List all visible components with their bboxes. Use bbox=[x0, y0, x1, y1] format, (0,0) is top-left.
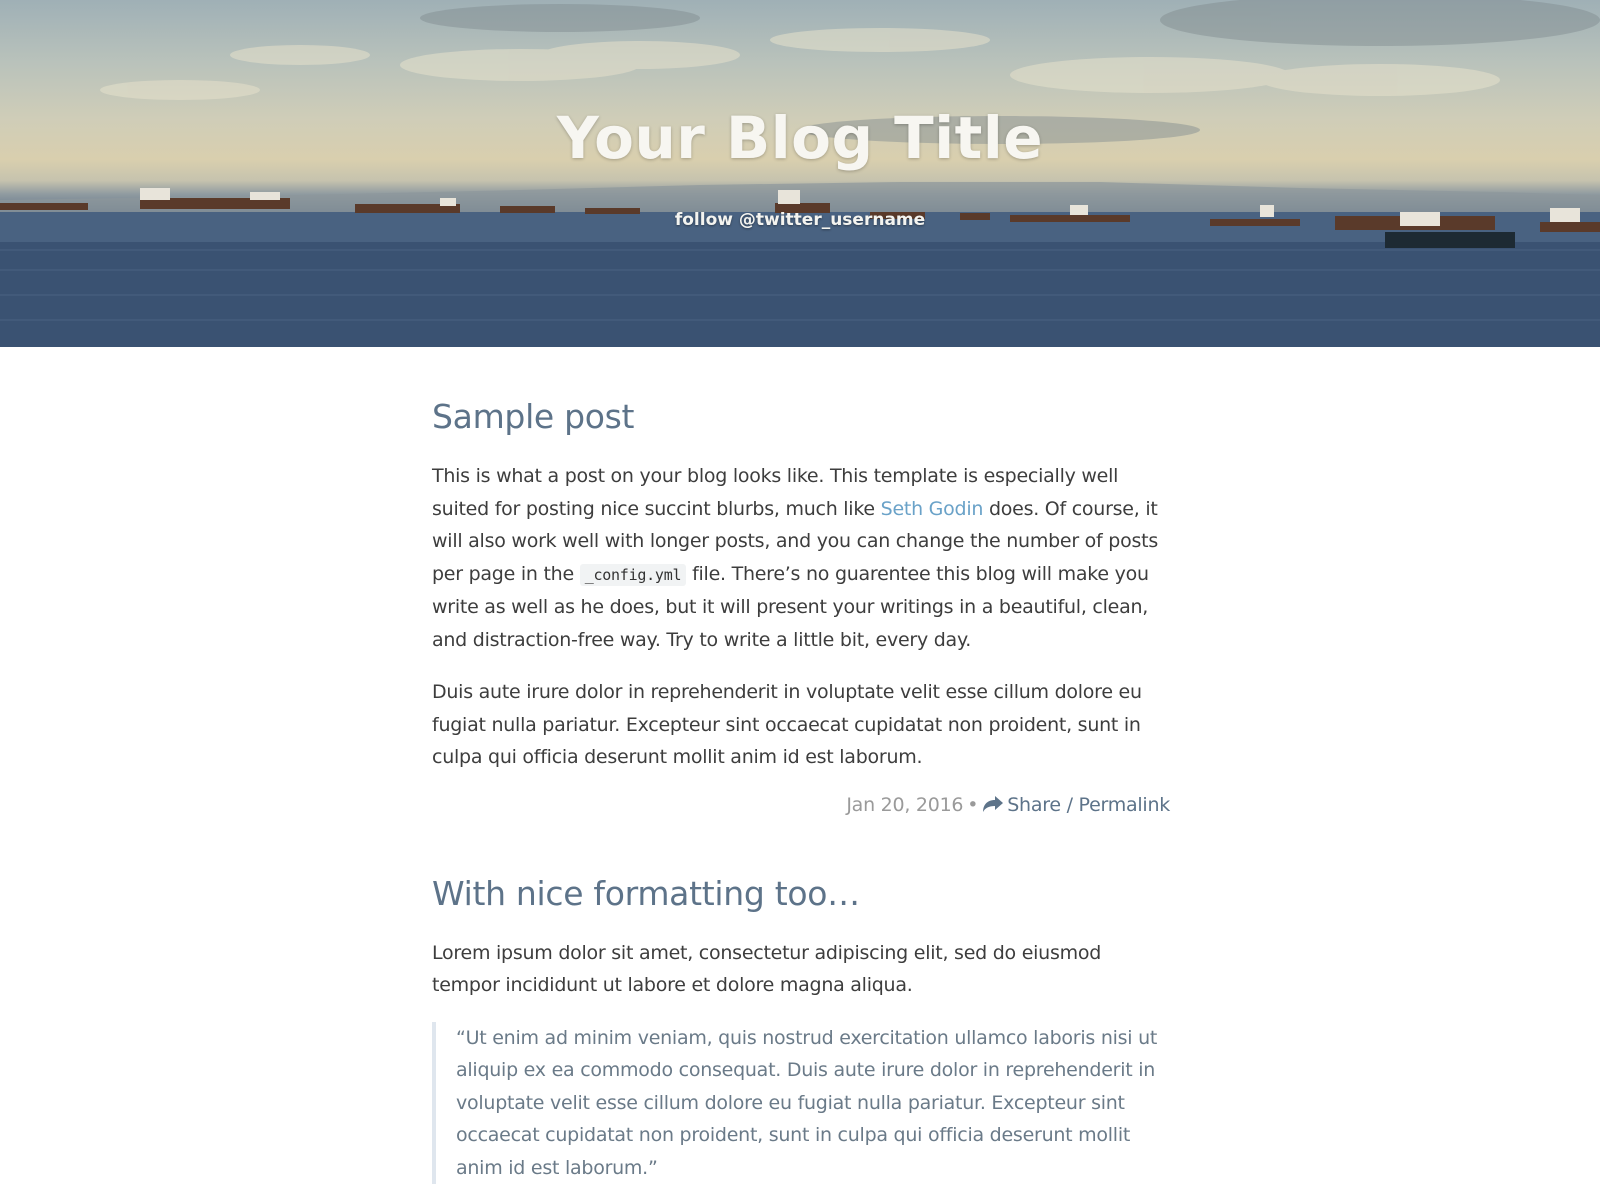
post-title[interactable]: Sample post bbox=[432, 397, 1170, 436]
twitter-follow-link[interactable]: follow @twitter_username bbox=[0, 210, 1600, 230]
post-paragraph: Lorem ipsum dolor sit amet, consectetur … bbox=[432, 941, 1102, 997]
post-paragraph: This is what a post on your blog looks l… bbox=[432, 460, 1170, 656]
post-sample: Sample post This is what a post on your … bbox=[432, 397, 1170, 816]
hero-background-image bbox=[0, 0, 1600, 347]
post-paragraph: Duis aute irure dolor in reprehenderit i… bbox=[432, 681, 1142, 768]
post-list: Sample post This is what a post on your … bbox=[432, 347, 1170, 1204]
share-arrow-icon bbox=[983, 795, 1004, 812]
blog-title: Your Blog Title bbox=[556, 104, 1044, 172]
inline-code: _config.yml bbox=[579, 563, 687, 586]
blockquote: “Ut enim ad minim veniam, quis nostrud e… bbox=[432, 1021, 1170, 1184]
share-permalink-link[interactable]: Share / Permalink bbox=[982, 794, 1170, 816]
post-date: Jan 20, 2016 bbox=[846, 793, 964, 816]
post-formatting: With nice formatting too… Lorem ipsum do… bbox=[432, 874, 1170, 1184]
share-label: Share / Permalink bbox=[1007, 793, 1170, 816]
seth-godin-link[interactable]: Seth Godin bbox=[881, 498, 984, 520]
hero-header: Your Blog Title follow @twitter_username bbox=[0, 0, 1600, 347]
post-title[interactable]: With nice formatting too… bbox=[432, 874, 1170, 913]
quote-text: “Ut enim ad minim veniam, quis nostrud e… bbox=[456, 1026, 1158, 1179]
meta-separator: • bbox=[967, 793, 979, 816]
post-meta: Jan 20, 2016 • Share / Permalink bbox=[432, 794, 1170, 816]
